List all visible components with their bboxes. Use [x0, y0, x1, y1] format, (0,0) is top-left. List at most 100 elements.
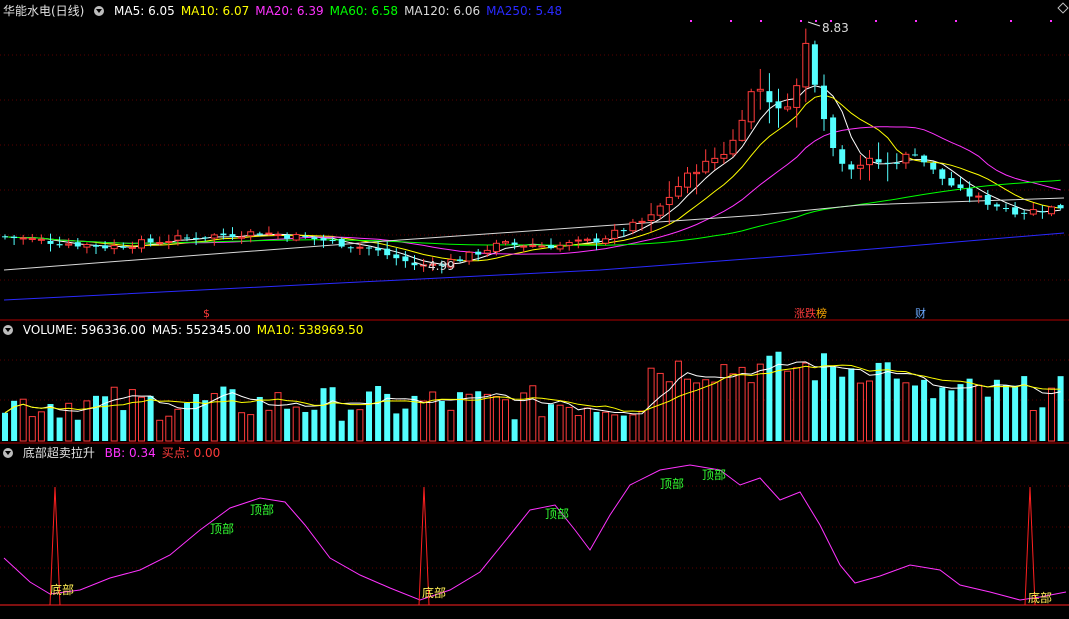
volume-bar-46	[420, 400, 428, 442]
signal-dot-6	[875, 20, 877, 22]
candle-body-76	[693, 171, 701, 175]
stock-chart-window[interactable]: 顶部 顶部 顶部 顶部 顶部 底部 底部 底部 8.83 4.99 $ 涨跌榜财 华能水电(日线) …	[0, 0, 1069, 616]
volume-bar-6	[56, 417, 63, 441]
candle-body-54	[492, 242, 500, 253]
candle-body-18	[165, 241, 173, 244]
signal-dot-7	[915, 20, 917, 22]
candle-body-21	[193, 237, 200, 240]
candle-body-90	[821, 85, 827, 120]
candle-body-16	[147, 238, 154, 243]
indicator-pane-menu-icon[interactable]	[3, 448, 13, 458]
candle-body-97	[884, 162, 891, 164]
candle-body-24	[220, 233, 227, 236]
volume-bar-87	[793, 367, 801, 442]
ma-legend: MA5: 6.05 MA10: 6.07 MA20: 6.39 MA60: 6.58 M…	[114, 4, 568, 18]
signal-dot-8	[955, 20, 957, 22]
candle-body-22	[202, 237, 209, 239]
volume-bar-8	[74, 419, 81, 441]
candle-body-69	[629, 221, 637, 232]
candle-body-44	[402, 256, 409, 262]
candle-body-95	[866, 157, 873, 166]
high-pointer	[807, 21, 821, 27]
volume-bar-68	[620, 415, 627, 441]
indicator-pane-header: 底部超卖拉升 BB: 0.34 买点: 0.00	[3, 445, 232, 461]
volume-pane-menu-icon[interactable]	[3, 325, 13, 335]
volume-bar-104	[948, 390, 955, 441]
volume-bar-12	[110, 386, 118, 442]
volume-bar-83	[756, 363, 764, 442]
indicator-label-1: 买点: 0.00	[161, 446, 221, 460]
volume-bar-91	[830, 366, 837, 441]
candle-body-116	[1057, 205, 1064, 209]
volume-bar-33	[302, 411, 309, 441]
candle-body-81	[738, 119, 746, 141]
volume-label-1: MA5: 552345.00	[151, 323, 251, 337]
candle-body-82	[747, 91, 755, 123]
volume-bar-108	[984, 396, 991, 441]
candle-body-3	[28, 237, 36, 241]
candle-body-110	[1003, 207, 1009, 210]
volume-bar-21	[193, 393, 200, 441]
volume-bar-22	[202, 400, 209, 441]
volume-bar-72	[656, 372, 664, 442]
volume-bar-44	[402, 408, 409, 441]
volume-bar-89	[811, 380, 818, 441]
bottom-label-0: 底部	[50, 582, 74, 597]
candle-body-13	[120, 246, 127, 248]
volume-bar-64	[583, 407, 591, 442]
top-label-2: 顶部	[545, 506, 569, 521]
candle-body-25	[229, 234, 236, 237]
volume-bar-100	[912, 385, 918, 441]
candle-body-55	[502, 241, 509, 244]
volume-bar-77	[702, 379, 710, 442]
candle-body-92	[839, 149, 846, 164]
volume-bar-9	[83, 400, 91, 442]
candle-body-43	[393, 254, 400, 259]
candle-body-19	[174, 235, 182, 241]
volume-bar-99	[902, 382, 910, 442]
candle-body-6	[56, 244, 63, 246]
volume-bar-3	[28, 416, 36, 442]
kline-chart[interactable]: 顶部顶部 顶部顶部顶部底部 底部 底部 8.834.99$ 涨跌榜财	[0, 0, 1069, 616]
volume-bar-116	[1057, 376, 1064, 441]
volume-bar-37	[338, 420, 345, 441]
volume-bar-27	[247, 414, 255, 442]
volume-bar-43	[393, 413, 400, 441]
candle-body-57	[520, 245, 528, 248]
candle-body-14	[128, 246, 136, 249]
volume-bar-18	[165, 415, 173, 442]
volume-pane-header: VOLUME: 596336.00 MA5: 552345.00 MA10: 538…	[3, 322, 375, 338]
volume-bar-73	[665, 381, 673, 442]
ma-label-1: MA10: 6.07	[180, 4, 250, 18]
event-marker-1: 涨跌	[794, 306, 816, 320]
volume-bar-58	[529, 385, 537, 442]
candle-body-78	[711, 157, 719, 164]
candle-body-27	[247, 231, 255, 237]
candle-body-108	[984, 195, 991, 205]
volume-bar-81	[738, 366, 746, 442]
candle-body-15	[138, 239, 145, 249]
candle-body-111	[1012, 207, 1019, 215]
volume-bar-109	[993, 379, 1000, 441]
volume-bar-39	[356, 409, 364, 442]
candle-body-63	[574, 239, 582, 242]
candle-body-9	[83, 244, 91, 248]
event-marker-0: $	[203, 307, 210, 320]
top-label-0: 顶部	[210, 521, 234, 536]
volume-bar-34	[311, 409, 318, 441]
volume-bar-69	[629, 414, 637, 442]
candle-body-31	[284, 235, 291, 239]
main-pane-menu-icon[interactable]	[94, 6, 105, 16]
indicator-label-0: BB: 0.34	[104, 446, 156, 460]
volume-bar-52	[475, 391, 482, 441]
signal-dot-10	[1050, 20, 1052, 22]
candle-body-99	[902, 153, 910, 164]
ma-label-2: MA20: 6.39	[255, 4, 324, 18]
volume-bar-111	[1012, 385, 1019, 441]
candle-body-87	[793, 85, 801, 108]
candle-body-32	[292, 234, 300, 241]
candle-body-23	[210, 234, 218, 239]
volume-bar-31	[284, 408, 291, 441]
candle-body-89	[811, 44, 818, 85]
indicator-name: 底部超卖拉升	[22, 446, 95, 460]
